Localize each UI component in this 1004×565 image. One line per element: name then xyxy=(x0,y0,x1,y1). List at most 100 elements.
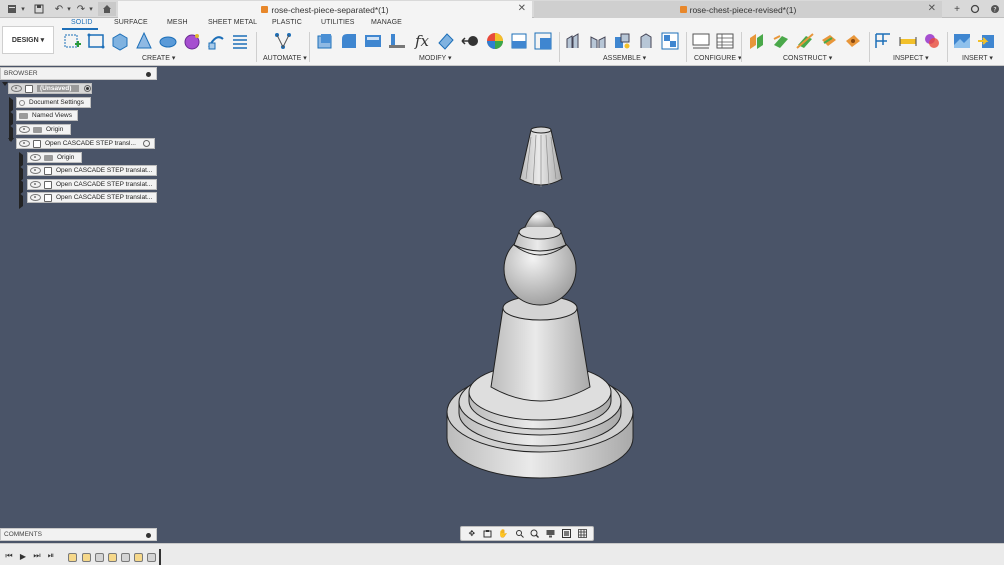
scale-icon[interactable] xyxy=(532,30,554,52)
insert-group-menu[interactable]: INSERT ▾ xyxy=(962,54,993,62)
revolve-icon[interactable] xyxy=(133,30,155,52)
activate-radio-icon[interactable] xyxy=(84,85,91,92)
physical-material-icon[interactable] xyxy=(508,30,530,52)
timeline-end-icon[interactable]: ⏯ xyxy=(46,551,56,561)
construct-group-menu[interactable]: CONSTRUCT ▾ xyxy=(783,54,832,62)
tree-item-named-views[interactable]: Named Views xyxy=(16,110,78,121)
joint-icon[interactable] xyxy=(587,30,609,52)
point-icon[interactable] xyxy=(842,30,864,52)
joint-origin-icon[interactable] xyxy=(635,30,657,52)
extensions-icon[interactable] xyxy=(968,2,982,16)
tree-item-sub-origin[interactable]: Origin xyxy=(27,152,82,163)
create-sketch-icon[interactable] xyxy=(61,30,83,52)
browser-collapse-icon[interactable] xyxy=(146,72,151,77)
tab-manage[interactable]: MANAGE xyxy=(371,19,402,26)
expand-arrow-step-assembly[interactable] xyxy=(8,138,14,152)
configuration-table-icon[interactable] xyxy=(714,30,736,52)
expand-arrow-step-part-1[interactable] xyxy=(19,166,23,182)
timeline-feature[interactable] xyxy=(121,553,130,562)
timeline-feature[interactable] xyxy=(134,553,143,562)
extrude-icon[interactable] xyxy=(109,30,131,52)
interference-icon[interactable] xyxy=(897,30,919,52)
insert-canvas-icon[interactable] xyxy=(951,30,973,52)
form-icon[interactable] xyxy=(181,30,203,52)
home-icon[interactable] xyxy=(98,2,116,16)
zoom-icon[interactable] xyxy=(514,529,524,538)
configure-group-menu[interactable]: CONFIGURE ▾ xyxy=(694,54,741,62)
timeline-play-icon[interactable]: ▶ xyxy=(18,551,28,561)
rectangle-icon[interactable] xyxy=(85,30,107,52)
axis-through-cylinder-icon[interactable] xyxy=(794,30,816,52)
sweep-icon[interactable] xyxy=(157,30,179,52)
tab-solid[interactable]: SOLID xyxy=(71,19,93,26)
display-settings-icon[interactable] xyxy=(546,529,556,538)
app-menu-caret[interactable]: ▾ xyxy=(16,2,30,16)
offset-plane-icon[interactable] xyxy=(746,30,768,52)
press-pull-icon[interactable] xyxy=(314,30,336,52)
help-icon[interactable]: ? xyxy=(988,2,1002,16)
parameters-fx-icon[interactable]: fx xyxy=(411,30,433,52)
new-component-icon[interactable] xyxy=(563,30,585,52)
visibility-eye-icon[interactable] xyxy=(19,126,30,133)
activate-radio-icon[interactable] xyxy=(143,140,150,147)
visibility-eye-icon[interactable] xyxy=(30,194,41,201)
save-icon[interactable] xyxy=(32,2,46,16)
move-copy-icon[interactable] xyxy=(459,30,481,52)
tree-item-step-part-2[interactable]: Open CASCADE STEP translat... xyxy=(27,179,157,190)
configure-design-icon[interactable] xyxy=(690,30,712,52)
midplane-icon[interactable] xyxy=(818,30,840,52)
expand-arrow-named-views[interactable] xyxy=(9,111,13,127)
timeline-feature[interactable] xyxy=(95,553,104,562)
grid-icon[interactable] xyxy=(577,529,587,538)
visual-style-icon[interactable] xyxy=(561,529,571,538)
plane-at-angle-icon[interactable] xyxy=(770,30,792,52)
tree-item-step-part-3[interactable]: Open CASCADE STEP translat... xyxy=(27,192,157,203)
tree-item-origin[interactable]: Origin xyxy=(16,124,71,135)
timeline-feature[interactable] xyxy=(68,553,77,562)
browser-panel-header[interactable]: BROWSER xyxy=(0,67,157,80)
visibility-eye-icon[interactable] xyxy=(30,167,41,174)
timeline-feature[interactable] xyxy=(82,553,91,562)
pan-hand-icon[interactable]: ✋ xyxy=(498,529,508,538)
expand-arrow-step-part-3[interactable] xyxy=(19,193,23,209)
as-built-joint-icon[interactable] xyxy=(611,30,633,52)
fit-icon[interactable] xyxy=(530,529,540,538)
insert-derive-icon[interactable] xyxy=(975,30,997,52)
timeline-step-forward-icon[interactable]: ⏭ xyxy=(32,551,42,561)
redo-caret[interactable]: ▾ xyxy=(84,2,98,16)
inspect-group-menu[interactable]: INSPECT ▾ xyxy=(893,54,929,62)
tab-mesh[interactable]: MESH xyxy=(167,19,188,26)
tab-utilities[interactable]: UTILITIES xyxy=(321,19,355,26)
close-icon[interactable]: ✕ xyxy=(518,3,526,14)
tree-item-root[interactable]: (Unsaved) xyxy=(8,83,92,94)
loft-icon[interactable] xyxy=(205,30,227,52)
fillet-icon[interactable] xyxy=(338,30,360,52)
comments-panel-header[interactable]: COMMENTS xyxy=(0,528,157,541)
expand-arrow-origin[interactable] xyxy=(9,125,13,141)
look-at-icon[interactable] xyxy=(483,529,493,538)
tab-document-active[interactable]: rose-chest-piece-separated*(1) ✕ xyxy=(118,1,532,18)
replace-face-icon[interactable] xyxy=(435,30,457,52)
coil-icon[interactable] xyxy=(229,30,251,52)
timeline-start-icon[interactable]: ⏮ xyxy=(4,551,14,561)
tree-item-step-assembly[interactable]: Open CASCADE STEP transl... xyxy=(16,138,155,149)
tab-plastic[interactable]: PLASTIC xyxy=(272,19,302,26)
comments-toggle-icon[interactable] xyxy=(146,533,151,538)
visibility-eye-icon[interactable] xyxy=(11,85,22,92)
assemble-group-menu[interactable]: ASSEMBLE ▾ xyxy=(603,54,646,62)
orbit-icon[interactable]: ✥ xyxy=(467,529,477,538)
shell-icon[interactable] xyxy=(362,30,384,52)
timeline-marker[interactable] xyxy=(159,549,161,565)
automate-icon[interactable] xyxy=(272,30,294,52)
measure-icon[interactable] xyxy=(872,30,894,52)
section-analysis-icon[interactable] xyxy=(921,30,943,52)
align-icon[interactable] xyxy=(386,30,408,52)
timeline-feature[interactable] xyxy=(147,553,156,562)
timeline-feature[interactable] xyxy=(108,553,117,562)
tree-item-step-part-1[interactable]: Open CASCADE STEP translat... xyxy=(27,165,157,176)
tab-surface[interactable]: SURFACE xyxy=(114,19,148,26)
expand-arrow-sub-origin[interactable] xyxy=(19,152,23,168)
visibility-eye-icon[interactable] xyxy=(30,154,41,161)
create-group-menu[interactable]: CREATE ▾ xyxy=(142,54,175,62)
expand-arrow-document-settings[interactable] xyxy=(9,97,13,113)
